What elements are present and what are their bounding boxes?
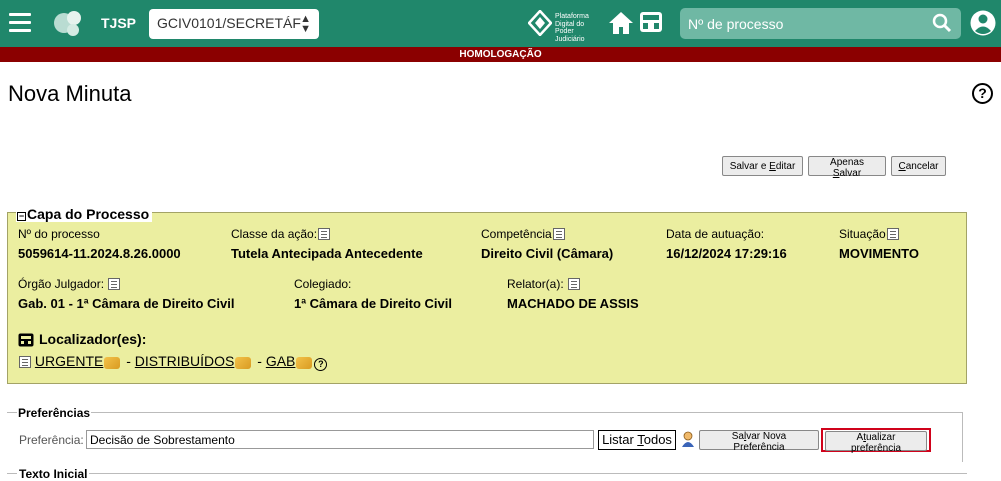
competence-value: Direito Civil (Câmara) [481,246,614,261]
pdpj-logo-icon [527,9,553,37]
edit-pencil-icon[interactable] [296,357,313,369]
process-search [680,8,961,39]
detail-list-icon[interactable] [886,228,899,240]
select-caret-icon: ▲ ▼ [300,13,311,35]
unit-select[interactable]: GCIV0101/SECRETÁF ▲ ▼ [149,9,319,39]
filing-date-label: Data de autuação: [666,227,765,241]
detail-list-icon[interactable] [568,278,581,290]
update-preference-button[interactable]: Atualizar preferência [825,431,927,454]
collapse-icon[interactable]: − [17,212,26,221]
status-label: Situação [839,227,899,241]
detail-list-icon[interactable] [318,228,331,240]
preference-input[interactable] [86,430,594,449]
save-new-preference-button[interactable]: Salvar Nova Preferência [699,430,819,453]
pdpj-text: Plataforma Digital do Poder Judiciário [555,13,589,43]
inbox-icon[interactable] [639,11,663,33]
save-only-button[interactable]: Apenas Salvar [808,156,886,179]
locator-distribuidos-link[interactable]: DISTRIBUÍDOS [135,353,235,369]
detail-list-icon[interactable] [19,356,31,368]
list-all-button[interactable]: Listar Todos [598,430,676,450]
process-cover-panel: − Capa do Processo Nº do processo 5059614… [7,206,967,384]
process-cover-legend[interactable]: − Capa do Processo [16,206,153,222]
page-title: Nova Minuta [8,81,132,106]
preference-label: Preferência: [19,433,84,447]
brand-name[interactable]: TJSP [101,15,136,31]
locator-urgente-link[interactable]: URGENTE [35,353,103,369]
top-bar: TJSP GCIV0101/SECRETÁF ▲ ▼ Plataforma Dig… [0,0,1001,47]
collegiate-value: 1ª Câmara de Direito Civil [294,296,452,311]
edit-pencil-icon[interactable] [104,357,121,369]
judging-body-value: Gab. 01 - 1ª Câmara de Direito Civil [18,296,235,311]
detail-list-icon[interactable] [108,278,121,290]
hamburger-menu-icon[interactable] [9,13,31,33]
locator-inbox-icon [18,333,34,347]
filing-date-value: 16/12/2024 17:29:16 [666,246,787,261]
initial-text-divider [7,473,967,474]
unit-select-value: GCIV0101/SECRETÁF [157,15,301,31]
save-and-edit-button[interactable]: Salvar e Editar [722,156,803,176]
preferences-legend: Preferências [17,406,92,420]
process-search-input[interactable] [688,14,928,34]
action-class-label: Classe da ação: [231,227,331,241]
action-class-value: Tutela Antecipada Antecedente [231,246,423,261]
rapporteur-label: Relator(a): [507,277,581,291]
user-account-icon[interactable] [970,9,996,37]
process-number-value: 5059614-11.2024.8.26.0000 [18,246,181,261]
user-preference-icon[interactable] [681,431,695,448]
locator-gab-link[interactable]: GAB [266,353,296,369]
locators-title: Localizador(es): [39,331,147,347]
help-icon[interactable]: ? [314,358,328,371]
home-icon[interactable] [608,11,634,35]
locators-list: URGENTE - DISTRIBUÍDOS - GAB? [18,353,328,371]
tjsp-logo-icon [54,11,81,36]
environment-banner: HOMOLOGAÇÃO [0,47,1001,62]
help-icon[interactable]: ? [972,83,993,104]
status-value: MOVIMENTO [839,246,919,261]
process-number-label: Nº do processo [18,227,100,241]
search-icon[interactable] [932,13,952,33]
competence-label: Competência [481,227,565,241]
pdpj-logo[interactable]: Plataforma Digital do Poder Judiciário [527,9,603,43]
judging-body-label: Órgão Julgador: [18,277,121,291]
initial-text-legend: Texto Inicial [17,467,90,481]
detail-list-icon[interactable] [552,228,565,240]
collegiate-label: Colegiado: [294,277,352,291]
rapporteur-value: MACHADO DE ASSIS [507,296,639,311]
edit-pencil-icon[interactable] [235,357,252,369]
cancel-button[interactable]: Cancelar [891,156,946,176]
